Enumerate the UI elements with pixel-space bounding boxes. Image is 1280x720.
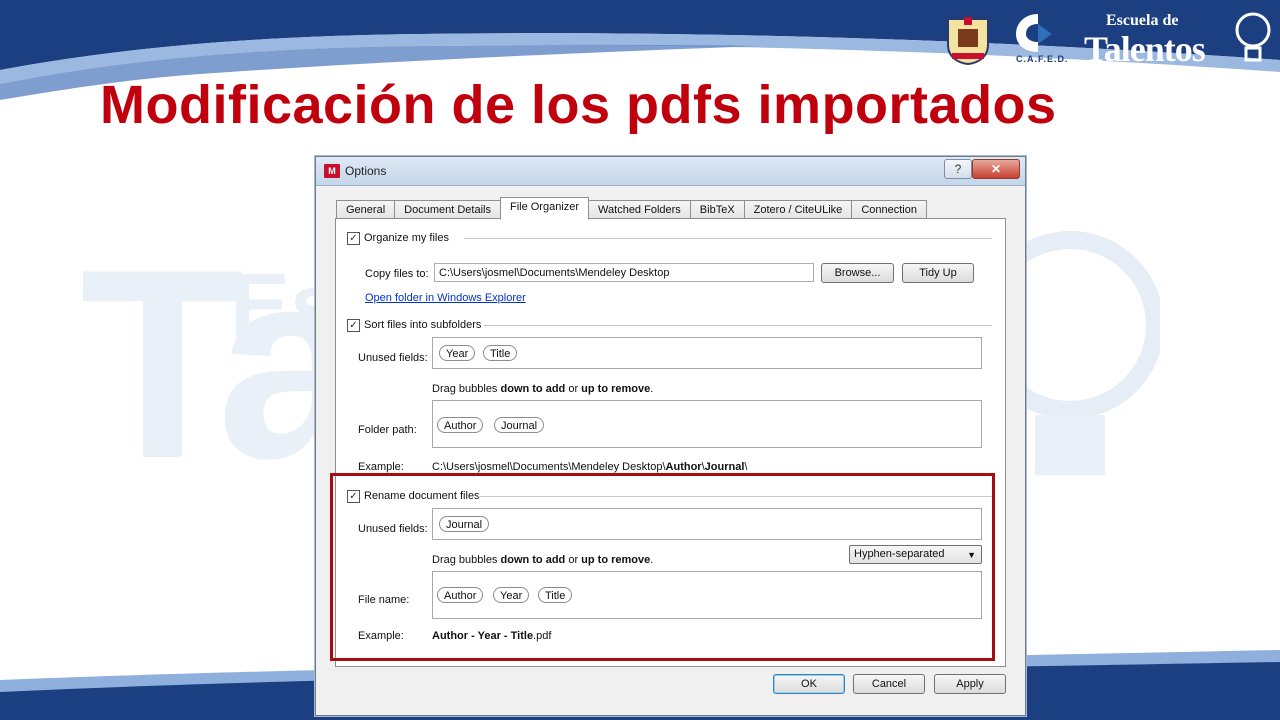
field-bubble-title[interactable]: Title	[483, 345, 518, 361]
sort-unused-fields-box[interactable]: Year Title	[432, 337, 982, 369]
tab-connection[interactable]: Connection	[851, 200, 927, 220]
folder-path-box[interactable]: Author Journal	[432, 400, 982, 448]
field-bubble-year[interactable]: Year	[439, 345, 476, 361]
cancel-button[interactable]: Cancel	[853, 674, 925, 694]
organize-files-label: Organize my files	[364, 232, 449, 244]
tab-file-organizer[interactable]: File Organizer	[499, 197, 590, 220]
sort-drag-hint: Drag bubbles down to add or up to remove…	[432, 383, 654, 395]
browse-button[interactable]: Browse...	[821, 263, 894, 283]
tab-document-details[interactable]: Document Details	[394, 200, 500, 220]
copy-files-label: Copy files to:	[365, 268, 429, 280]
cafed-caption: C.A.F.E.D.	[1016, 54, 1069, 64]
tab-zotero-citeulike[interactable]: Zotero / CiteULike	[743, 200, 852, 220]
group-divider	[484, 325, 992, 326]
sort-unused-fields-label: Unused fields:	[358, 352, 428, 364]
highlight-box	[330, 473, 995, 661]
lightbulb-head-icon	[1235, 12, 1271, 62]
organize-files-checkbox[interactable]: ✓	[347, 232, 360, 245]
tidy-up-button[interactable]: Tidy Up	[902, 263, 974, 283]
sort-subfolders-label: Sort files into subfolders	[364, 319, 482, 331]
open-folder-link[interactable]: Open folder in Windows Explorer	[365, 292, 526, 304]
tab-bar: General Document Details File Organizer …	[336, 197, 927, 220]
sort-subfolders-checkbox[interactable]: ✓	[347, 319, 360, 332]
copy-files-path-input[interactable]: C:\Users\josmel\Documents\Mendeley Deskt…	[434, 263, 814, 282]
mendeley-icon: M	[324, 164, 340, 178]
dialog-title: Options	[345, 164, 387, 178]
close-button[interactable]: ✕	[972, 159, 1020, 179]
tab-general[interactable]: General	[336, 200, 395, 220]
folder-path-label: Folder path:	[358, 424, 417, 436]
school-crest-logo-icon	[947, 17, 989, 65]
logo-title: Talentos	[1084, 29, 1206, 69]
tab-bibtex[interactable]: BibTeX	[689, 200, 744, 220]
field-bubble-journal[interactable]: Journal	[494, 417, 545, 433]
options-dialog: M Options ? ✕ General Document Details F…	[315, 156, 1026, 716]
sort-example-label: Example:	[358, 461, 404, 473]
tab-watched-folders[interactable]: Watched Folders	[589, 200, 690, 220]
group-divider	[464, 238, 992, 239]
slide-title: Modificación de los pdfs importados	[100, 75, 1057, 135]
apply-button[interactable]: Apply	[934, 674, 1006, 694]
cafed-logo-icon	[1016, 14, 1052, 52]
ok-button[interactable]: OK	[773, 674, 845, 694]
help-button[interactable]: ?	[944, 159, 972, 179]
cafed-logo: C.A.F.E.D.	[1008, 10, 1072, 68]
dialog-titlebar[interactable]: M Options ? ✕	[316, 157, 1025, 186]
sort-example-value: C:\Users\josmel\Documents\Mendeley Deskt…	[432, 461, 748, 473]
field-bubble-author[interactable]: Author	[437, 417, 484, 433]
escuela-de-talentos-logo: Escuela de Talentos	[1084, 8, 1274, 70]
